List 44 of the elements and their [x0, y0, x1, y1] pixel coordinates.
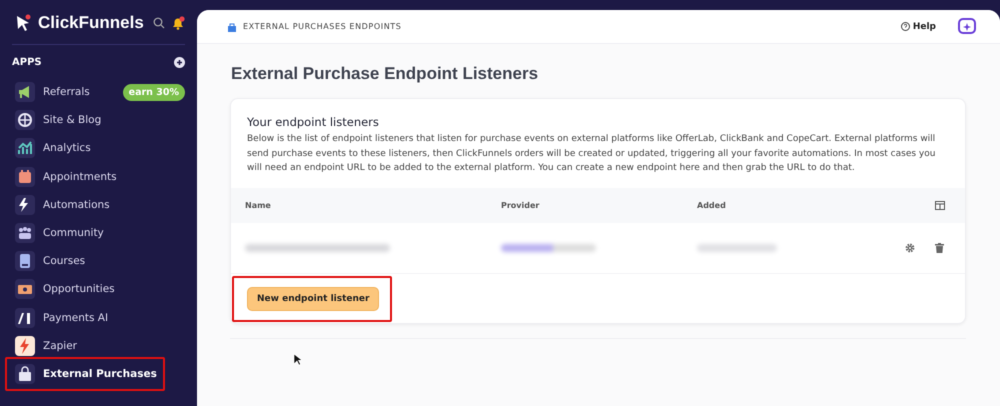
search-icon[interactable]: [153, 17, 165, 29]
nav-item[interactable]: Analytics: [12, 134, 185, 163]
help-icon: [900, 22, 910, 31]
page-title: External Purchase Endpoint Listeners: [231, 64, 540, 84]
nav-item[interactable]: Payments AI: [12, 304, 185, 332]
chat-icon[interactable]: [958, 18, 976, 36]
mouse-pointer-icon: [293, 352, 302, 366]
column-header: Provider: [501, 200, 540, 210]
nav-item[interactable]: Site & Blog: [12, 106, 185, 134]
ticket-icon: [15, 279, 35, 300]
store-icon: [227, 22, 237, 32]
nav-item[interactable]: Automations: [12, 190, 185, 219]
settings-icon[interactable]: [905, 242, 915, 253]
card-description: Below is the list of endpoint listeners that listen for purchase events on external platforms like OfferLab, ClickBank and CopeCart. External platforms will send purchase events to these listeners, then ClickFunnels orders will be created or updated, triggering all your favorite automations. In most cases you will need an endpoint URL to be added to the external platform. You can create a new endpoint here and then grab the URL to do that.: [247, 133, 936, 176]
people-icon: [15, 223, 35, 244]
brand-name: ClickFunnels: [38, 13, 145, 33]
nav-item[interactable]: Opportunities: [12, 275, 185, 304]
chart-icon: [15, 138, 35, 158]
logo-icon: [14, 14, 32, 32]
ai-icon: [15, 308, 35, 328]
nav-item[interactable]: Referrals earn 30%: [12, 78, 185, 106]
nav-item[interactable]: Zapier: [12, 332, 185, 360]
section-heading: APPS: [12, 57, 42, 68]
nav-item[interactable]: External Purchases: [12, 360, 185, 388]
bolt-icon: [15, 194, 35, 215]
nav-item[interactable]: Courses: [12, 247, 185, 276]
help-link[interactable]: Help: [900, 22, 936, 32]
add-icon[interactable]: [174, 57, 185, 68]
new-endpoint-button[interactable]: New endpoint listener: [247, 286, 380, 311]
breadcrumb: EXTERNAL PURCHASES ENDPOINTS: [243, 22, 402, 31]
megaphone-icon: [15, 82, 35, 102]
card-title: Your endpoint listeners: [247, 115, 380, 129]
columns-icon[interactable]: [935, 200, 945, 210]
column-header: Name: [245, 200, 272, 210]
nav-item[interactable]: Appointments: [12, 162, 185, 191]
book-icon: [15, 251, 35, 272]
earn-badge: earn 30%: [122, 84, 185, 101]
globe-icon: [15, 110, 35, 130]
nav-item[interactable]: Community: [12, 218, 185, 248]
bell-icon[interactable]: [171, 16, 185, 30]
delete-icon[interactable]: [935, 242, 944, 253]
column-header: Added: [697, 200, 727, 210]
calendar-icon: [15, 166, 35, 187]
lightning-icon: [15, 336, 35, 356]
